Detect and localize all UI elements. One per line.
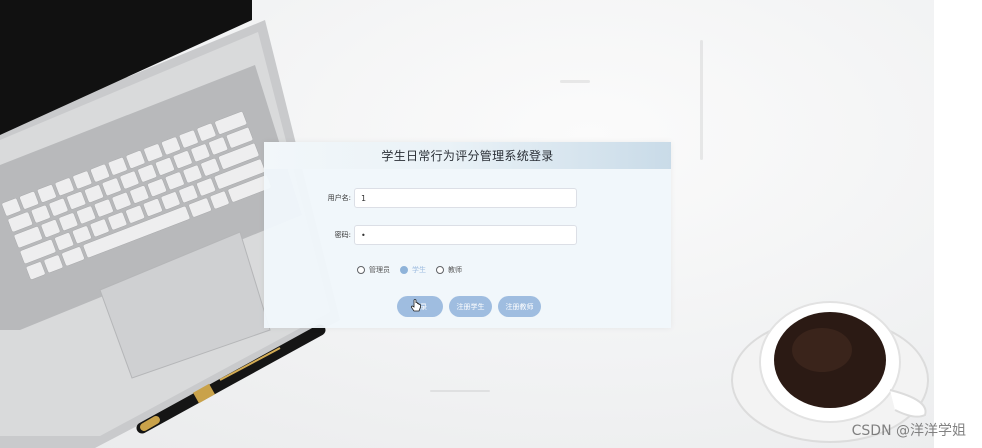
- radio-icon[interactable]: [436, 266, 444, 274]
- role-radio-group: 管理员 学生 教师: [357, 265, 462, 275]
- password-label: 密码:: [334, 231, 351, 239]
- role-option-admin[interactable]: 管理员: [357, 265, 390, 275]
- pen-image: [130, 310, 340, 440]
- username-label: 用户名:: [327, 194, 351, 202]
- login-title-bar: 学生日常行为评分管理系统登录: [264, 142, 671, 169]
- desk-texture: [430, 390, 490, 392]
- hand-cursor-icon: [410, 299, 421, 312]
- register-student-button[interactable]: 注册学生: [449, 296, 492, 317]
- radio-icon[interactable]: [357, 266, 365, 274]
- username-input[interactable]: [354, 188, 577, 208]
- login-button[interactable]: 登录: [397, 296, 443, 317]
- button-group: 登录 注册学生 注册教师: [397, 296, 541, 317]
- role-option-student[interactable]: 学生: [400, 265, 426, 275]
- role-option-teacher[interactable]: 教师: [436, 265, 462, 275]
- radio-checked-icon[interactable]: [400, 266, 408, 274]
- desk-texture: [560, 80, 590, 83]
- role-label: 学生: [412, 266, 426, 274]
- register-teacher-button[interactable]: 注册教师: [498, 296, 541, 317]
- login-title: 学生日常行为评分管理系统登录: [381, 149, 554, 163]
- role-label: 管理员: [369, 266, 390, 274]
- password-row: 密码:: [264, 225, 671, 245]
- desk-texture: [700, 40, 703, 160]
- watermark: CSDN @洋洋学姐: [851, 423, 966, 439]
- page-edge: [934, 0, 982, 448]
- password-input[interactable]: [354, 225, 577, 245]
- role-label: 教师: [448, 266, 462, 274]
- username-row: 用户名:: [264, 188, 671, 208]
- login-panel: 学生日常行为评分管理系统登录 用户名: 密码: 管理员 学生 教师 登录 注册学…: [264, 142, 671, 328]
